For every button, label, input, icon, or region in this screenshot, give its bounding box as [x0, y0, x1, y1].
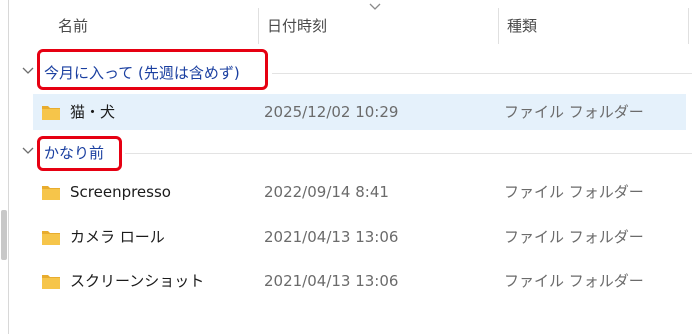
column-name-header[interactable]: 名前 — [58, 8, 258, 44]
scrollbar-thumb[interactable] — [1, 210, 7, 260]
item-date: 2022/09/14 8:41 — [264, 183, 389, 201]
item-type: ファイル フォルダー — [504, 228, 644, 246]
item-name: カメラ ロール — [70, 228, 165, 246]
group-label: かなり前 — [44, 144, 105, 162]
list-item[interactable]: スクリーンショット 2021/04/13 13:06 ファイル フォルダー — [33, 263, 686, 299]
column-header: 名前 日付時刻 種類 — [10, 8, 700, 44]
group-divider — [125, 153, 692, 154]
item-name: 猫・犬 — [70, 103, 116, 121]
column-type-header[interactable]: 種類 — [498, 8, 688, 44]
column-date-header[interactable]: 日付時刻 — [258, 8, 498, 44]
folder-icon — [42, 231, 60, 245]
item-date: 2025/12/02 10:29 — [264, 103, 399, 121]
item-name: Screenpresso — [70, 183, 171, 201]
item-type: ファイル フォルダー — [504, 103, 644, 121]
folder-icon — [42, 186, 60, 200]
folder-icon — [42, 106, 60, 120]
list-item[interactable]: カメラ ロール 2021/04/13 13:06 ファイル フォルダー — [33, 219, 686, 255]
chevron-down-icon[interactable] — [22, 147, 34, 155]
group-label: 今月に入って (先週は含めず) — [44, 64, 240, 82]
item-type: ファイル フォルダー — [504, 183, 644, 201]
group-divider — [272, 73, 692, 74]
chevron-down-icon[interactable] — [22, 67, 34, 75]
item-date: 2021/04/13 13:06 — [264, 228, 399, 246]
item-name: スクリーンショット — [70, 272, 205, 290]
column-extra-header[interactable] — [688, 8, 700, 44]
left-scrollbar[interactable] — [0, 0, 9, 334]
item-type: ファイル フォルダー — [504, 272, 644, 290]
folder-icon — [42, 275, 60, 289]
list-item[interactable]: Screenpresso 2022/09/14 8:41 ファイル フォルダー — [33, 174, 686, 210]
item-date: 2021/04/13 13:06 — [264, 272, 399, 290]
group-header-long-ago[interactable]: かなり前 — [10, 139, 700, 167]
list-item[interactable]: 猫・犬 2025/12/02 10:29 ファイル フォルダー — [33, 94, 686, 130]
group-header-this-month[interactable]: 今月に入って (先週は含めず) — [10, 59, 700, 87]
